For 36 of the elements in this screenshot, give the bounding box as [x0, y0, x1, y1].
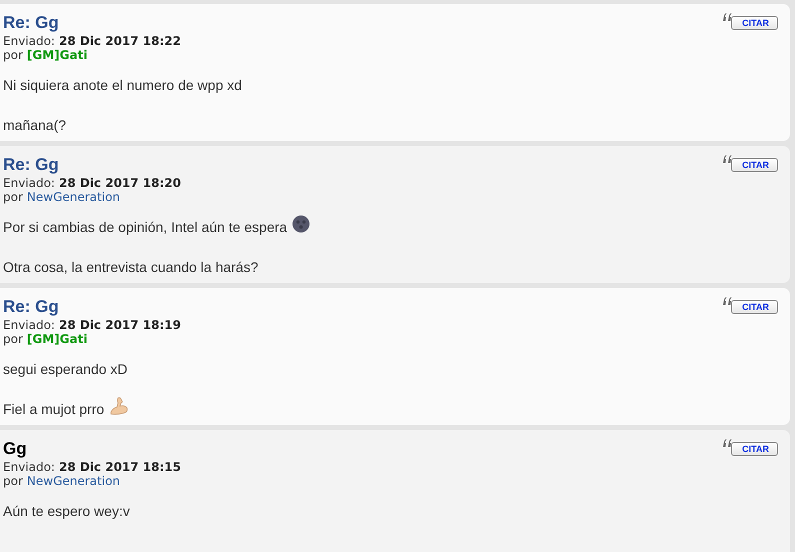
post-title: Re: Gg [3, 156, 59, 174]
by-label: por [3, 332, 23, 346]
quote-button[interactable]: CITAR [731, 158, 778, 172]
post-title: Re: Gg [3, 298, 59, 316]
post-date: 28 Dic 2017 18:19 [58, 318, 181, 332]
quote-icon [722, 155, 732, 163]
quote-button[interactable]: CITAR [731, 442, 778, 456]
author-link[interactable]: [GM]Gati [26, 332, 88, 346]
by-label: por [3, 474, 23, 488]
quote-button[interactable]: CITAR [731, 16, 778, 30]
moon-face-icon [292, 215, 310, 233]
post-text: mañana(? [3, 116, 66, 134]
post-text: Fiel a mujot prro [3, 400, 104, 418]
post-date: 28 Dic 2017 18:22 [58, 34, 181, 48]
by-label: por [3, 190, 23, 204]
sent-label: Enviado: [3, 176, 55, 190]
author-link[interactable]: NewGeneration [26, 190, 120, 204]
post-title: Gg [3, 440, 27, 458]
quote-icon [722, 13, 732, 21]
by-label: por [3, 48, 23, 62]
post-text: Ni siquiera anote el numero de wpp xd [3, 76, 242, 94]
sent-label: Enviado: [3, 460, 55, 474]
post-date: 28 Dic 2017 18:15 [58, 460, 181, 474]
quote-icon [722, 297, 732, 305]
post-text: Otra cosa, la entrevista cuando la harás? [3, 258, 258, 276]
post-title: Re: Gg [3, 14, 59, 32]
post-date: 28 Dic 2017 18:20 [58, 176, 181, 190]
quote-button[interactable]: CITAR [731, 300, 778, 314]
post-text: segui esperando xD [3, 360, 128, 378]
author-link[interactable]: [GM]Gati [26, 48, 88, 62]
author-link[interactable]: NewGeneration [26, 474, 120, 488]
quote-icon [722, 439, 732, 447]
sent-label: Enviado: [3, 318, 55, 332]
post-text: Aún te espero wey:v [3, 502, 130, 520]
post-text: Por si cambias de opinión, Intel aún te espera [3, 218, 288, 236]
sent-label: Enviado: [3, 34, 55, 48]
